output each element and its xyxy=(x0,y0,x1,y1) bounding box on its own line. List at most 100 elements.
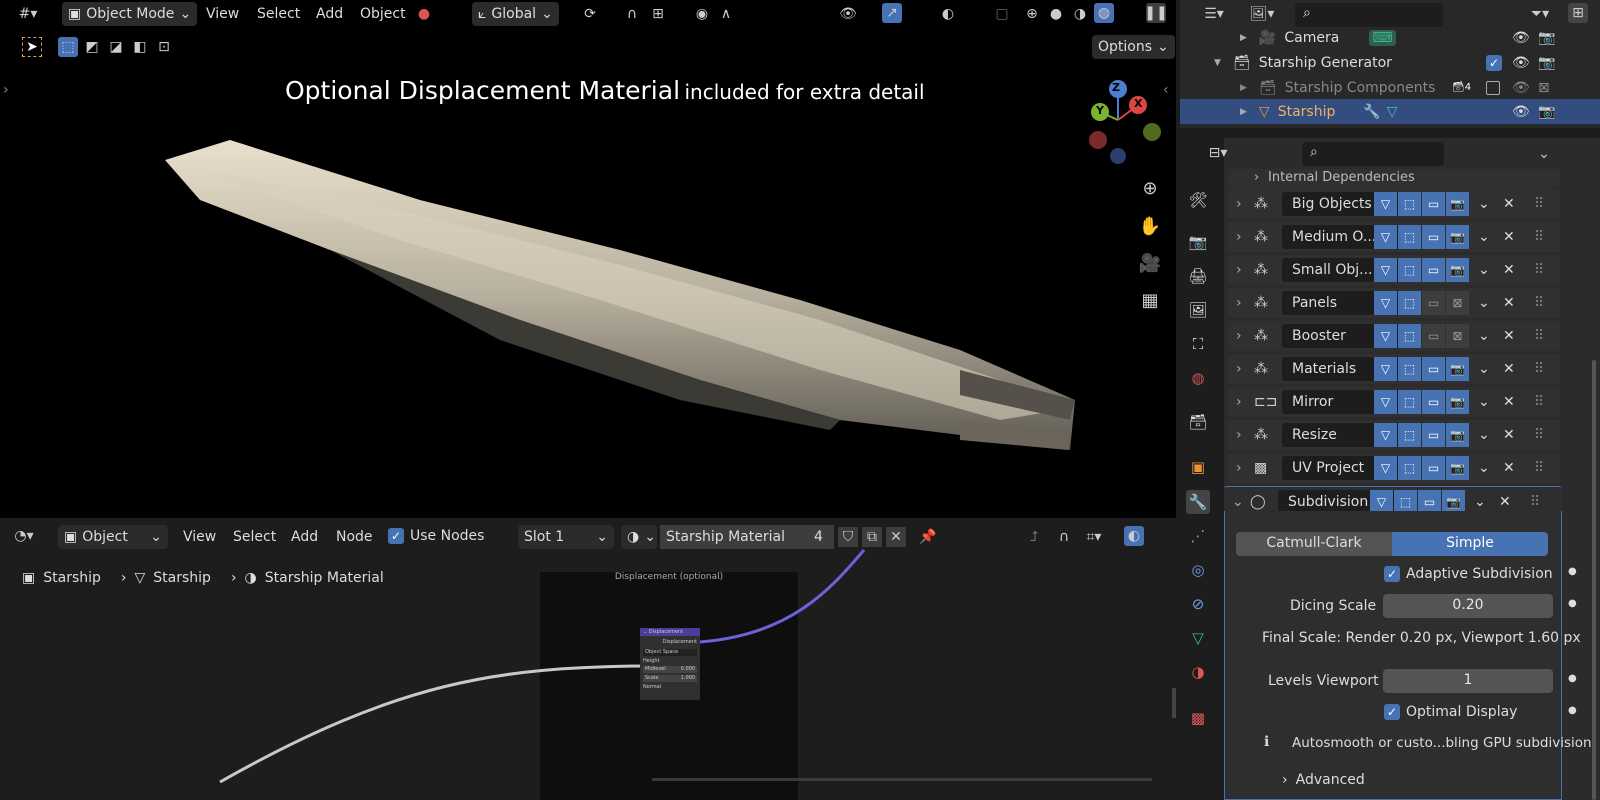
outliner-filter-scene-icon[interactable]: 🖼▾ xyxy=(1242,4,1282,24)
node-menu-node[interactable]: Node xyxy=(336,529,373,545)
render-toggle-icon[interactable]: ⊠ xyxy=(1446,324,1469,348)
advanced-subpanel-header[interactable]: › Advanced xyxy=(1282,772,1365,788)
viewport-display-icon[interactable]: ▭ xyxy=(1422,225,1445,249)
viewport-display-icon[interactable]: ▭ xyxy=(1422,258,1445,282)
edit-mode-toggle-icon[interactable]: ⬚ xyxy=(1398,324,1421,348)
edit-mode-cage-icon[interactable]: ▽ xyxy=(1374,390,1397,414)
editor-type-shader-icon[interactable]: ◔▾ xyxy=(14,526,34,546)
chevron-down-icon[interactable]: ⌄ xyxy=(1478,328,1490,344)
modifier-row[interactable]: › ⁂ Panels ▽ ⬚ ▭ ⊠ ⌄ ✕ ⠿ xyxy=(1228,288,1560,318)
modifier-row[interactable]: › ⁂ Small Obj... ▽ ⬚ ▭ 📷 ⌄ ✕ ⠿ xyxy=(1228,255,1560,285)
drag-handle-icon[interactable]: ⠿ xyxy=(1534,328,1544,344)
viewport-display-icon[interactable]: ▭ xyxy=(1422,390,1445,414)
filter-icon[interactable]: ⏷▾ xyxy=(1520,4,1560,24)
render-camera-icon[interactable]: 📷 xyxy=(1538,30,1555,46)
collapse-arrow-icon[interactable]: ▼ xyxy=(1214,58,1221,68)
expand-chevron-icon[interactable]: › xyxy=(1236,361,1242,377)
duplicate-material-icon[interactable]: ⧉ xyxy=(862,527,882,547)
node-menu-view[interactable]: View xyxy=(183,529,216,545)
space-select[interactable]: Object Space xyxy=(643,649,697,656)
perspective-grid-icon[interactable]: ▦ xyxy=(1140,290,1160,311)
edit-mode-cage-icon[interactable]: ▽ xyxy=(1370,489,1393,514)
remove-modifier-x-icon[interactable]: ✕ xyxy=(1499,494,1511,510)
eye-icon[interactable]: 👁 xyxy=(1512,104,1530,120)
keyframe-dot-icon[interactable]: ● xyxy=(1568,705,1577,716)
expand-arrow-icon[interactable]: ▶ xyxy=(1240,33,1247,43)
eye-icon[interactable]: 👁 xyxy=(1512,30,1530,46)
view-layer-tab-icon[interactable]: 🖼 xyxy=(1186,298,1210,322)
remove-modifier-x-icon[interactable]: ✕ xyxy=(1503,295,1515,311)
shading-ball-icon[interactable]: ● xyxy=(414,4,434,24)
gizmo-toggle-icon[interactable]: ↗ xyxy=(882,3,902,23)
overlays-icon[interactable]: ◐ xyxy=(938,4,958,24)
render-toggle-icon[interactable]: 📷 xyxy=(1446,357,1469,381)
outliner[interactable]: ☰▾ 🖼▾ ⌕ ⏷▾ ⊞ ▶ 🎥 Camera ⌨ 👁 📷 ▼ 🗃 Starshi… xyxy=(1180,0,1600,128)
render-toggle-icon[interactable]: 📷 xyxy=(1446,225,1469,249)
pause-icon[interactable]: ❚❚ xyxy=(1144,3,1168,23)
chevron-down-icon[interactable]: ⌄ xyxy=(1478,262,1490,278)
displacement-node[interactable]: ⌄ Displacement Displacement Object Space… xyxy=(640,628,700,700)
scale-field[interactable]: Scale 1.000 xyxy=(643,675,697,682)
midlevel-field[interactable]: Midlevel 0.000 xyxy=(643,666,697,673)
expand-chevron-icon[interactable]: › xyxy=(1236,460,1242,476)
properties-search-input[interactable]: ⌕ xyxy=(1302,142,1444,166)
transform-orientation-select[interactable]: ⟀ Global ⌄ xyxy=(472,2,559,26)
render-disabled-icon[interactable]: ⊠ xyxy=(1538,80,1550,96)
menu-view[interactable]: View xyxy=(206,6,239,22)
edit-mode-cage-icon[interactable]: ▽ xyxy=(1374,258,1397,282)
remove-modifier-x-icon[interactable]: ✕ xyxy=(1503,262,1515,278)
outliner-row-starship[interactable]: ▶ ▽ Starship 🔧 ▽ 👁 📷 xyxy=(1180,99,1600,124)
render-toggle-icon[interactable]: ⊠ xyxy=(1446,291,1469,315)
particles-tab-icon[interactable]: ⋰ xyxy=(1186,524,1210,548)
modifier-row[interactable]: › ⁂ Medium O... ▽ ⬚ ▭ 📷 ⌄ ✕ ⠿ xyxy=(1228,222,1560,252)
chevron-down-icon[interactable]: ⌄ xyxy=(1474,494,1486,510)
edit-mode-toggle-icon[interactable]: ⬚ xyxy=(1398,390,1421,414)
options-button[interactable]: Options ⌄ xyxy=(1092,35,1175,59)
edit-mode-cage-icon[interactable]: ▽ xyxy=(1374,357,1397,381)
eye-icon[interactable]: 👁 xyxy=(1512,80,1530,96)
select-intersect-icon[interactable]: ⊡ xyxy=(154,37,174,57)
falloff-icon[interactable]: ∧ xyxy=(716,4,736,24)
scene-tab-icon[interactable]: ⛶ xyxy=(1186,332,1210,356)
snap-increment-icon[interactable]: ⊞ xyxy=(648,4,668,24)
menu-object[interactable]: Object xyxy=(360,6,406,22)
modifier-row[interactable]: › ⊏⊐ Mirror ▽ ⬚ ▭ 📷 ⌄ ✕ ⠿ xyxy=(1228,387,1560,417)
camera-view-icon[interactable]: 🎥 xyxy=(1139,253,1161,274)
viewport-display-icon[interactable]: ▭ xyxy=(1418,489,1441,514)
expand-chevron-icon[interactable]: › xyxy=(1236,229,1242,245)
edit-mode-cage-icon[interactable]: ▽ xyxy=(1374,423,1397,447)
material-users-button[interactable]: 4 xyxy=(808,525,834,549)
new-collection-icon[interactable]: ⊞ xyxy=(1568,3,1588,23)
keyframe-dot-icon[interactable]: ● xyxy=(1568,566,1577,577)
drag-handle-icon[interactable]: ⠿ xyxy=(1534,427,1544,443)
dicing-scale-field[interactable]: 0.20 xyxy=(1383,594,1553,618)
expand-arrow-icon[interactable]: ▶ xyxy=(1240,83,1247,93)
output-tab-icon[interactable]: 🖨 xyxy=(1186,264,1210,288)
remove-modifier-x-icon[interactable]: ✕ xyxy=(1503,328,1515,344)
solid-shading-icon[interactable]: ● xyxy=(1046,4,1066,24)
physics-tab-icon[interactable]: ◎ xyxy=(1186,558,1210,582)
select-subtract-icon[interactable]: ◪ xyxy=(106,37,126,57)
material-tab-icon[interactable]: ◑ xyxy=(1186,660,1210,684)
render-toggle-icon[interactable]: 📷 xyxy=(1446,192,1469,216)
pivot-icon[interactable]: ⟳ xyxy=(580,4,600,24)
node-header[interactable]: ⌄ Displacement xyxy=(640,628,700,636)
optimal-display-checkbox[interactable]: ✓ Optimal Display xyxy=(1384,704,1517,720)
fake-user-shield-icon[interactable]: ⛉ xyxy=(838,527,858,547)
menu-select[interactable]: Select xyxy=(257,6,300,22)
viewport-display-icon[interactable]: ▭ xyxy=(1422,324,1445,348)
exclude-checkbox[interactable] xyxy=(1486,80,1500,95)
chevron-down-icon[interactable]: ⌄ xyxy=(1478,427,1490,443)
remove-modifier-x-icon[interactable]: ✕ xyxy=(1503,460,1515,476)
drag-handle-icon[interactable]: ⠿ xyxy=(1534,394,1544,410)
edit-mode-cage-icon[interactable]: ▽ xyxy=(1374,225,1397,249)
toolbar-expand-icon[interactable]: › xyxy=(3,82,9,98)
texture-tab-icon[interactable]: ▩ xyxy=(1186,706,1210,730)
material-browse-button[interactable]: ◑ ⌄ xyxy=(621,525,657,549)
chevron-down-icon[interactable]: ⌄ xyxy=(1478,295,1490,311)
object-tab-icon[interactable]: ▣ xyxy=(1186,455,1210,479)
remove-modifier-x-icon[interactable]: ✕ xyxy=(1503,394,1515,410)
viewport-display-icon[interactable]: ▭ xyxy=(1422,357,1445,381)
unlink-close-icon[interactable]: ✕ xyxy=(886,527,906,547)
render-toggle-icon[interactable]: 📷 xyxy=(1446,390,1469,414)
